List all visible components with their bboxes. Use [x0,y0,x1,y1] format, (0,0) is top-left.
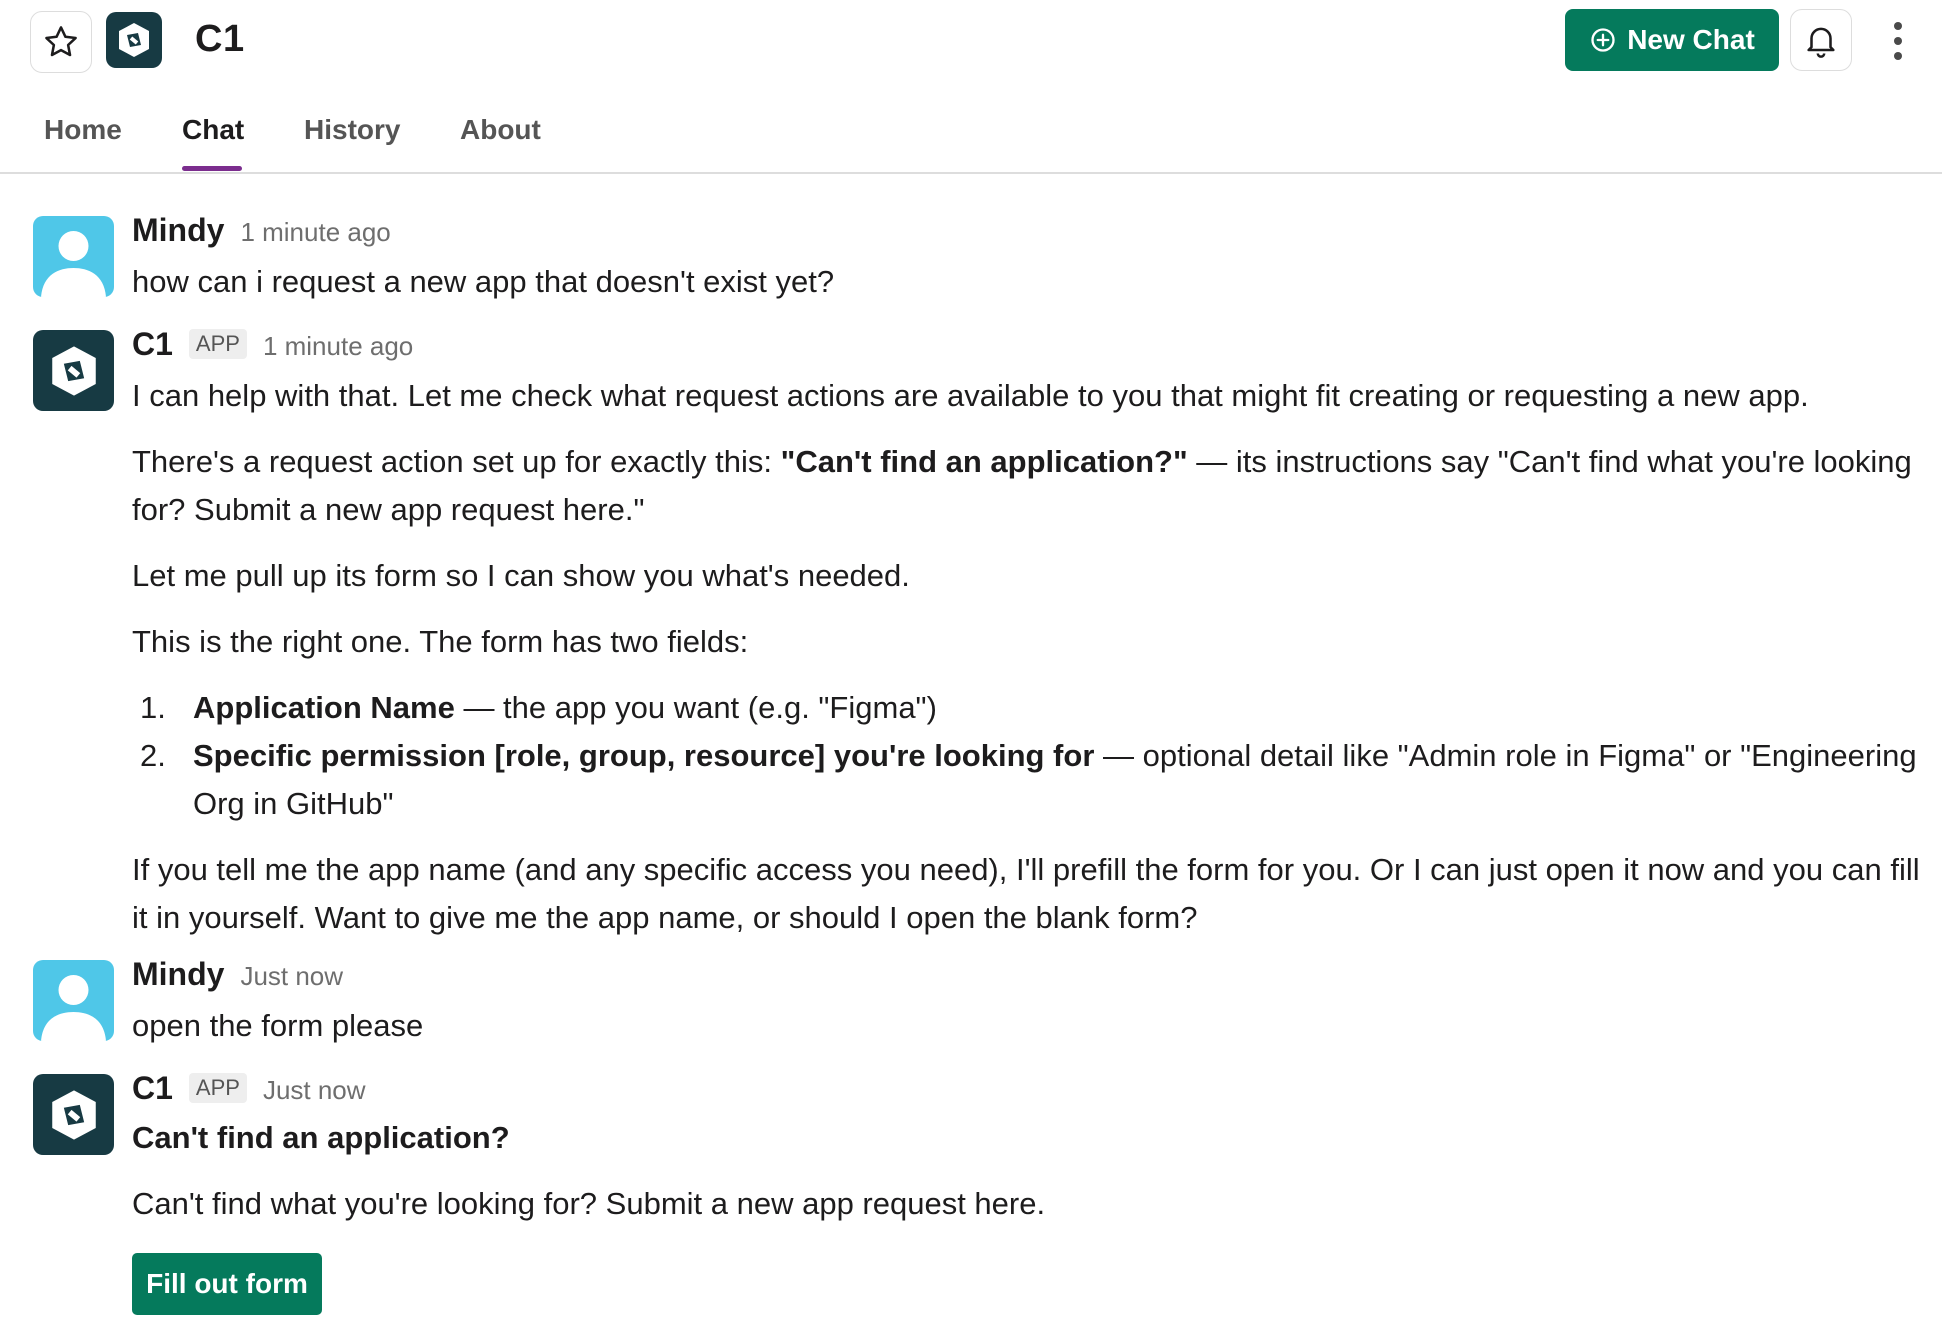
tab-about[interactable]: About [460,114,541,146]
app-logo [106,12,162,68]
c1-logo-icon [119,23,149,57]
notifications-button[interactable] [1790,9,1852,71]
avatar [33,1074,114,1155]
bell-icon [1807,27,1835,58]
list-number: 1. [140,690,166,725]
message-paragraph: This is the right one. The form has two … [132,624,749,659]
user-avatar-icon [41,231,106,297]
author-name[interactable]: Mindy [132,212,224,249]
message-text: how can i request a new app that doesn't… [132,264,835,299]
timestamp[interactable]: Just now [240,961,343,992]
c1-logo-icon [51,345,96,396]
app-title: C1 [195,18,245,60]
author-name[interactable]: C1 [132,326,173,363]
tab-history[interactable]: History [304,114,400,146]
paragraph-text: There's a request action set up for exac… [132,444,781,479]
field-description: — the app you want (e.g. "Figma") [454,690,937,725]
avatar [33,330,114,411]
tab-bar: Home Chat History About [0,100,1942,174]
app-badge: APP [188,329,247,359]
form-description: Can't find what you're looking for? Subm… [132,1186,1046,1221]
plus-circle-icon [1591,28,1615,52]
message-meta: Mindy 1 minute ago [132,212,391,249]
tab-home[interactable]: Home [44,114,122,146]
form-title: Can't find an application? [132,1120,510,1155]
message-text: open the form please [132,1008,424,1043]
author-name[interactable]: C1 [132,1070,173,1107]
message-paragraph: I can help with that. Let me check what … [132,378,1809,413]
favorite-button[interactable] [30,11,92,73]
user-avatar-icon [41,975,106,1041]
avatar [33,960,114,1041]
field-name: Application Name [193,690,455,725]
fill-out-form-button[interactable]: Fill out form [132,1253,322,1315]
active-tab-indicator [182,166,242,171]
new-chat-label: New Chat [1627,24,1755,55]
more-dot [1894,37,1902,45]
more-vertical-icon [1894,22,1902,30]
more-options-button[interactable] [1880,14,1916,68]
message-paragraph: Let me pull up its form so I can show yo… [132,558,910,593]
timestamp[interactable]: 1 minute ago [263,331,413,362]
message-meta: C1 APP Just now [132,1070,366,1107]
more-dot [1894,52,1902,60]
timestamp[interactable]: 1 minute ago [240,217,390,248]
c1-logo-icon [51,1089,96,1140]
app-header: C1 New Chat [0,0,1942,84]
timestamp[interactable]: Just now [263,1075,366,1106]
avatar [33,216,114,297]
list-number: 2. [140,738,166,773]
new-chat-button[interactable]: New Chat [1565,9,1779,71]
message-meta: Mindy Just now [132,956,343,993]
list-item: Application Name — the app you want (e.g… [193,684,1933,732]
action-name-bold: "Can't find an application?" [780,444,1188,479]
field-name: Specific permission [role, group, resour… [193,738,1095,773]
app-badge: APP [188,1073,247,1103]
star-icon [45,26,77,57]
list-item: Specific permission [role, group, resour… [193,732,1933,828]
message-paragraph: If you tell me the app name (and any spe… [132,852,1920,935]
author-name[interactable]: Mindy [132,956,224,993]
message-paragraph: There's a request action set up for exac… [132,438,1922,534]
tab-chat[interactable]: Chat [182,114,244,146]
message-meta: C1 APP 1 minute ago [132,326,413,363]
